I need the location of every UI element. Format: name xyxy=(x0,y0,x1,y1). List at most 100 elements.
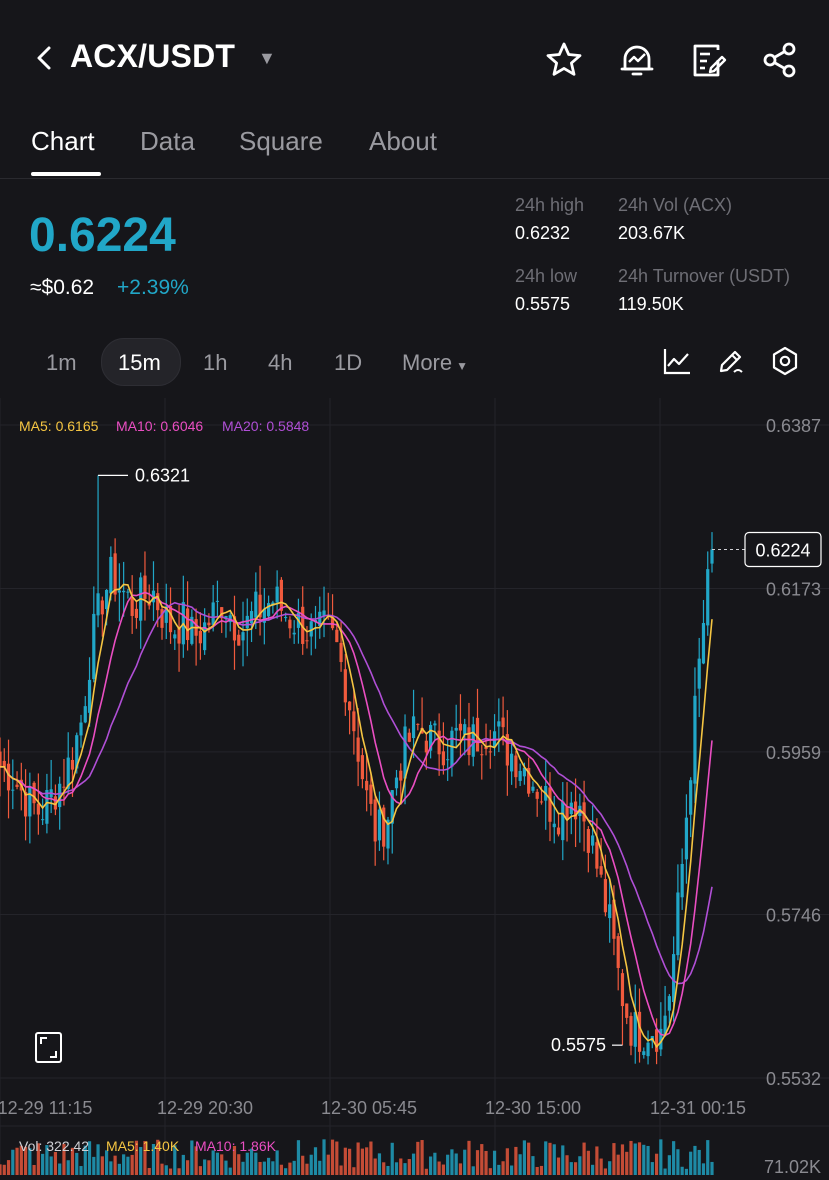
candle-body xyxy=(518,770,522,781)
volume-bar xyxy=(420,1140,424,1175)
candle-body xyxy=(510,753,514,772)
tab-square[interactable]: Square xyxy=(239,126,323,157)
volume-bar xyxy=(403,1163,407,1175)
share-icon[interactable] xyxy=(760,40,800,80)
volume-bar xyxy=(637,1142,642,1175)
volume-bar xyxy=(437,1161,441,1175)
volume-bar xyxy=(104,1150,109,1175)
candle-body xyxy=(689,780,693,815)
candle-body xyxy=(467,727,471,756)
candle-body xyxy=(497,721,501,727)
candle-body xyxy=(407,732,411,742)
active-tab-indicator xyxy=(31,172,101,176)
volume-bar xyxy=(642,1144,646,1175)
volume-bar xyxy=(608,1161,612,1175)
candle-body xyxy=(254,591,258,618)
volume-bar xyxy=(32,1164,36,1175)
volume-bar xyxy=(228,1167,232,1175)
volume-bar xyxy=(505,1148,509,1175)
volume-bar xyxy=(441,1164,446,1175)
volume-bar xyxy=(237,1154,241,1175)
volume-bar xyxy=(706,1140,710,1175)
price-alert-icon[interactable] xyxy=(617,40,657,80)
ma10-legend: MA10: 0.6046 xyxy=(116,418,203,434)
candle-body xyxy=(561,801,565,841)
volume-bar xyxy=(578,1156,582,1175)
volume-bar xyxy=(697,1149,701,1175)
candle-body xyxy=(411,716,416,739)
interval-15m[interactable]: 15m xyxy=(118,350,161,376)
notes-icon[interactable] xyxy=(688,40,728,80)
volume-bar xyxy=(49,1156,53,1175)
candle-body xyxy=(603,879,608,913)
back-arrow-icon[interactable] xyxy=(30,42,60,74)
volume-bar xyxy=(241,1161,245,1175)
volume-bar xyxy=(365,1147,369,1175)
chart-area[interactable]: 0.6387 0.6173 0.5959 0.5746 0.5532 12-29 11:1… xyxy=(0,398,829,1177)
volume-bar xyxy=(424,1168,428,1175)
volume-bar xyxy=(676,1149,680,1175)
candle-body xyxy=(625,1003,629,1018)
candle-body xyxy=(514,755,518,778)
candle-body xyxy=(96,593,100,616)
volume-bar xyxy=(215,1152,220,1175)
draw-tool-icon[interactable] xyxy=(716,346,746,376)
volume-bar xyxy=(343,1147,347,1175)
volume-bar xyxy=(514,1146,518,1175)
volume-bar xyxy=(561,1145,565,1175)
candle-body xyxy=(377,809,382,841)
fullscreen-icon[interactable] xyxy=(35,1032,62,1063)
volume-bar xyxy=(612,1143,616,1175)
candle-body xyxy=(284,617,288,619)
volume-bar xyxy=(548,1142,552,1175)
volume-bar xyxy=(245,1152,249,1175)
y-axis-label: 0.5746 xyxy=(766,906,821,926)
volume-bar xyxy=(288,1162,292,1175)
volume-bar xyxy=(539,1165,544,1175)
volume-bar xyxy=(620,1144,625,1175)
interval-1m[interactable]: 1m xyxy=(46,350,77,376)
volume-bar xyxy=(254,1152,258,1175)
volume-bar xyxy=(680,1166,684,1175)
volume-bar xyxy=(164,1165,168,1175)
volume-bar xyxy=(348,1148,352,1175)
candle-body xyxy=(501,717,505,728)
volume-bar xyxy=(629,1140,633,1175)
candle-body xyxy=(15,784,19,787)
volume-bar xyxy=(198,1166,202,1175)
candle-body xyxy=(646,1042,650,1057)
candle-body xyxy=(595,842,599,869)
volume-bar xyxy=(710,1161,714,1175)
volume-bar xyxy=(591,1164,595,1175)
interval-1h[interactable]: 1h xyxy=(203,350,227,376)
candle-body xyxy=(433,723,437,726)
pair-title[interactable]: ACX/USDT xyxy=(70,38,235,75)
volume-axis-label: 71.02K xyxy=(764,1157,821,1175)
indicators-icon[interactable] xyxy=(662,346,692,376)
volume-bar xyxy=(527,1142,531,1175)
volume-bar xyxy=(663,1168,667,1175)
candle-body xyxy=(706,569,710,626)
candlestick-chart[interactable]: 0.6387 0.6173 0.5959 0.5746 0.5532 12-29 11:1… xyxy=(0,398,829,1177)
tab-about[interactable]: About xyxy=(369,126,437,157)
volume-bar xyxy=(177,1168,181,1175)
star-icon[interactable] xyxy=(544,40,584,80)
tab-data[interactable]: Data xyxy=(140,126,195,157)
settings-gear-icon[interactable] xyxy=(770,346,800,376)
interval-more[interactable]: More ▼ xyxy=(402,350,468,376)
ma20-legend: MA20: 0.5848 xyxy=(222,418,309,434)
max-price-label: 0.6321 xyxy=(135,465,190,485)
tab-chart[interactable]: Chart xyxy=(31,126,95,157)
pair-dropdown-caret-icon[interactable]: ▼ xyxy=(258,48,276,69)
candle-body xyxy=(343,669,347,703)
volume-bar xyxy=(292,1160,296,1175)
volume-bar xyxy=(271,1161,275,1175)
volume-bar xyxy=(96,1144,100,1175)
high-value: 0.6232 xyxy=(515,223,571,243)
interval-1d[interactable]: 1D xyxy=(334,350,362,376)
volume-bar xyxy=(92,1156,96,1175)
candle-body xyxy=(458,723,463,731)
volume-bar xyxy=(318,1160,322,1175)
x-axis-label: 12-29 11:15 xyxy=(0,1098,92,1118)
interval-4h[interactable]: 4h xyxy=(268,350,292,376)
